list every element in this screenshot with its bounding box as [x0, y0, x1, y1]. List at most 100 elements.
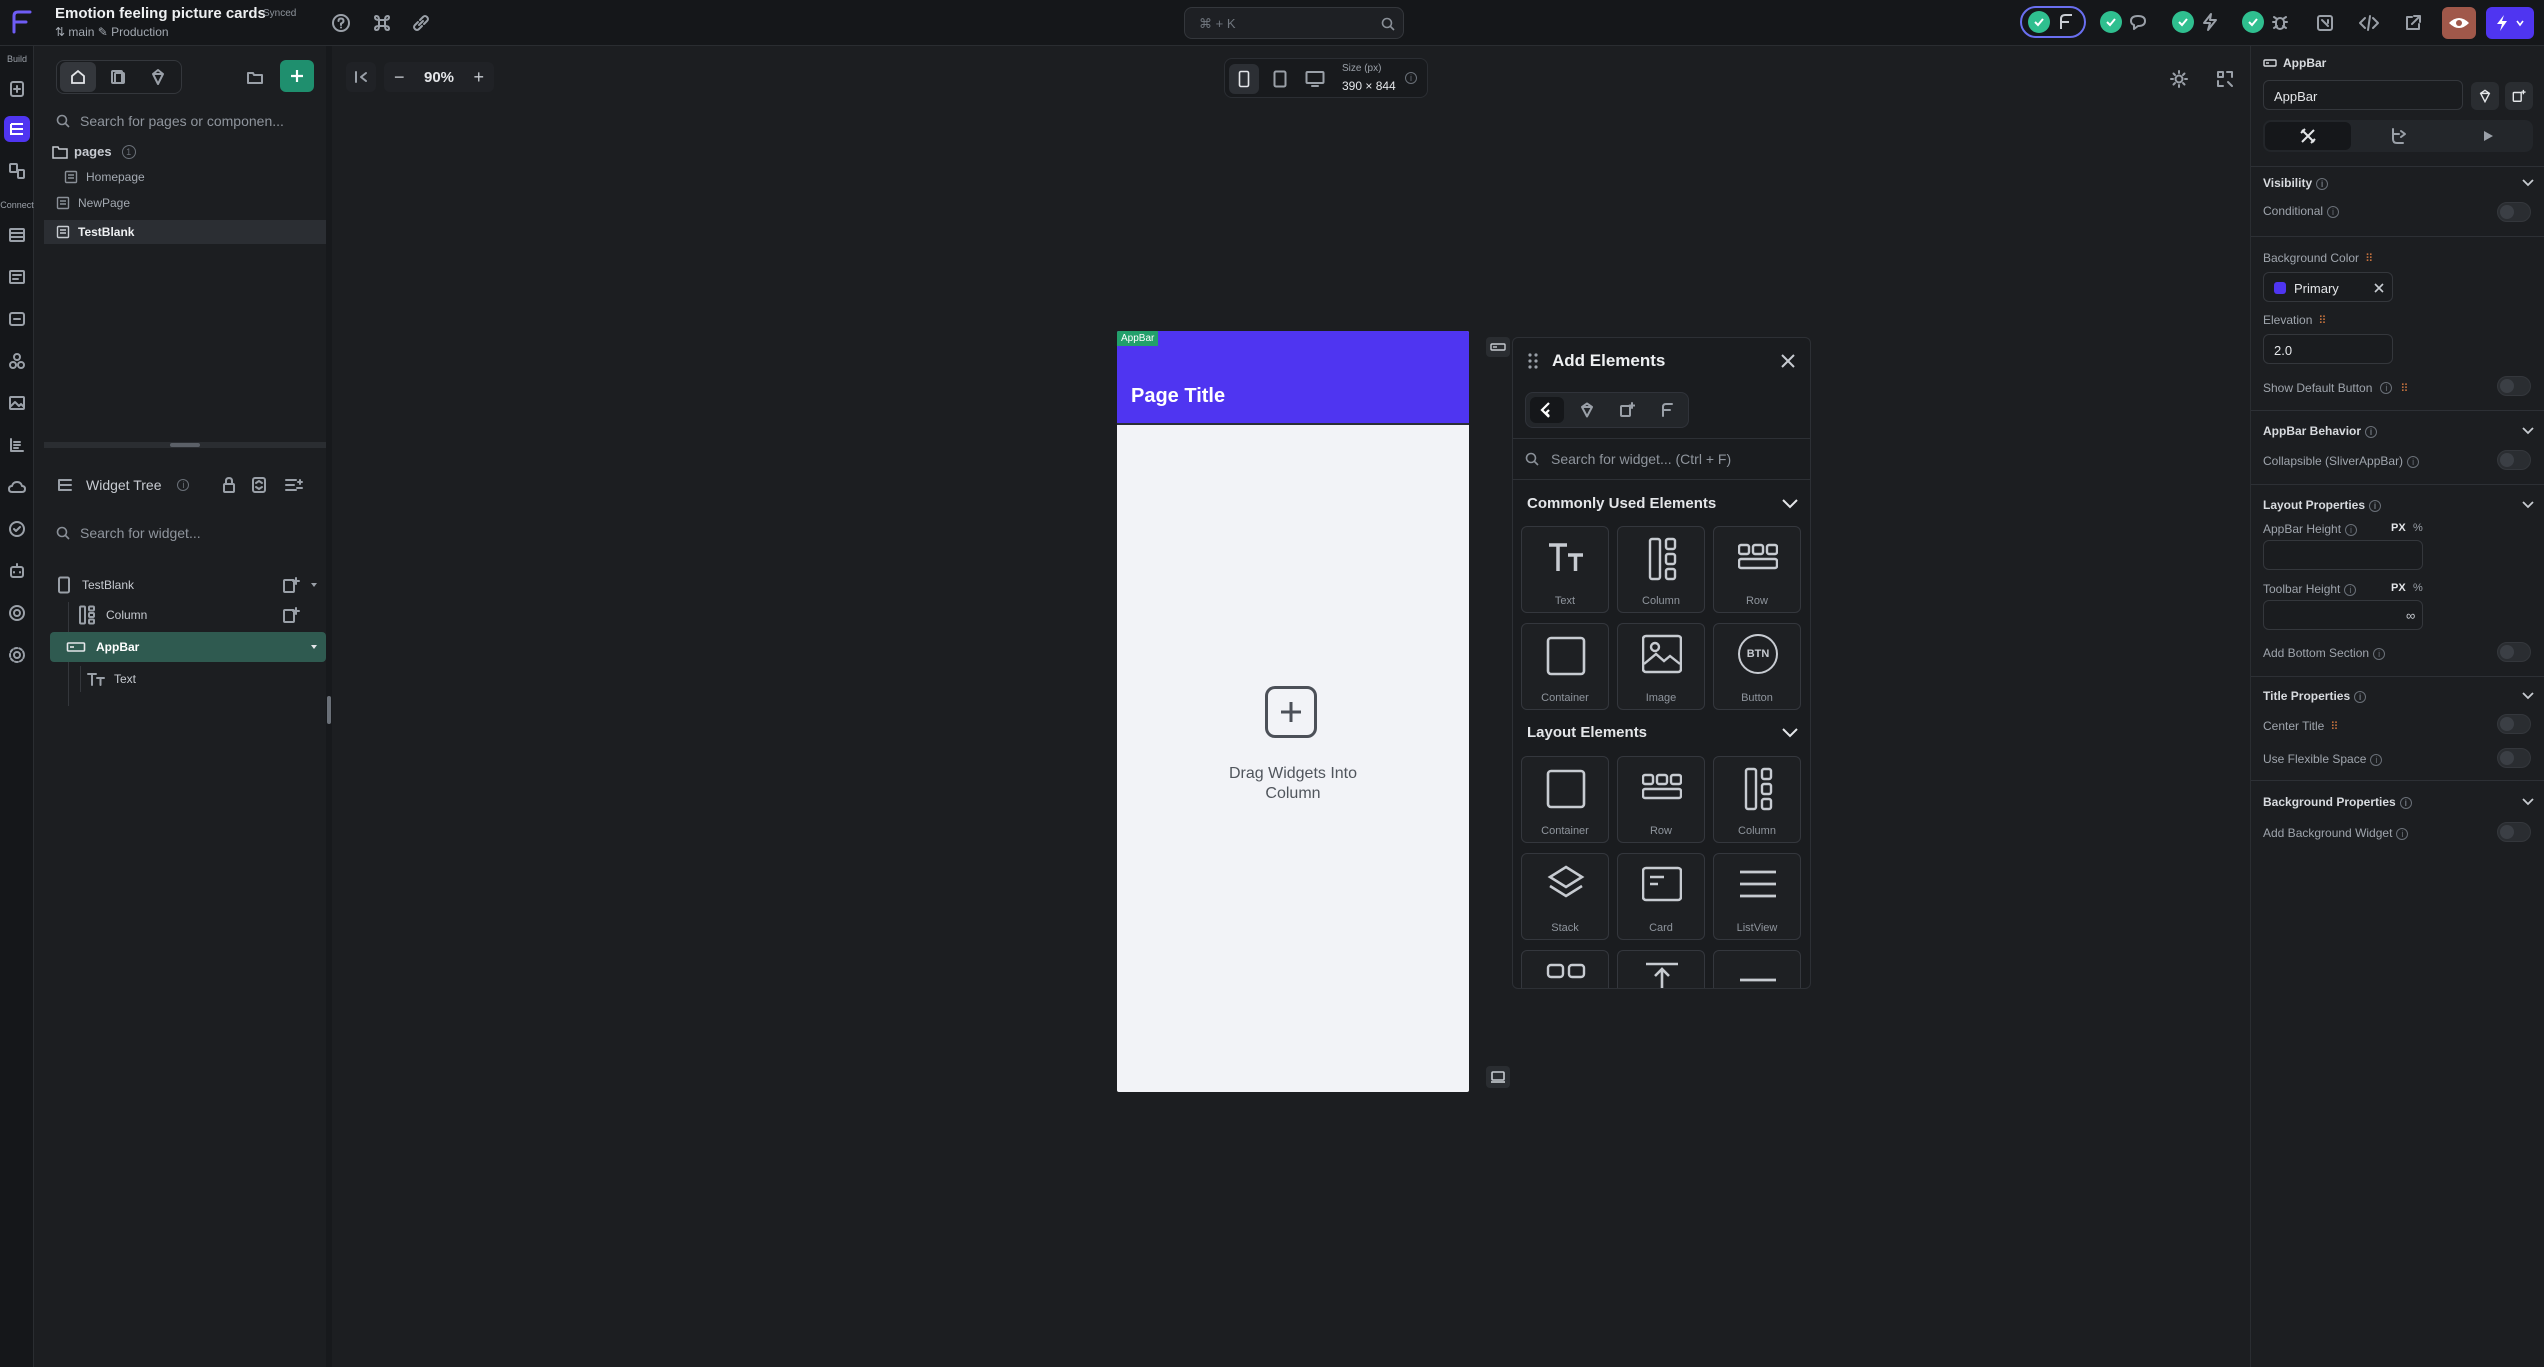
- element-text[interactable]: Text: [1521, 526, 1609, 613]
- toolbar-height-input[interactable]: ∞: [2263, 600, 2423, 630]
- conditional-toggle[interactable]: [2497, 202, 2531, 222]
- add-page-button[interactable]: [280, 60, 314, 92]
- pages-search-input[interactable]: Search for pages or componen...: [44, 106, 326, 136]
- bg-color-picker[interactable]: Primary: [2263, 272, 2393, 302]
- element-image[interactable]: Image: [1617, 623, 1705, 710]
- element-row[interactable]: Row: [1713, 526, 1801, 613]
- tab-library-components[interactable]: [1570, 397, 1604, 423]
- open-external-button[interactable]: [2398, 8, 2428, 38]
- ab-test-button[interactable]: [2310, 8, 2340, 38]
- variable-icon[interactable]: ⠿: [2318, 314, 2326, 327]
- add-child-button[interactable]: [2505, 82, 2533, 110]
- tab-actions[interactable]: [2355, 122, 2441, 150]
- chevron-down-icon[interactable]: [2521, 689, 2535, 703]
- api-calls-icon[interactable]: [4, 306, 30, 332]
- media-assets-icon[interactable]: [4, 390, 30, 416]
- app-state-icon[interactable]: [4, 264, 30, 290]
- tree-filter-icon[interactable]: [284, 476, 304, 494]
- theme-icon[interactable]: [4, 600, 30, 626]
- variable-icon[interactable]: ⠿: [2365, 252, 2373, 265]
- appbar-height-input[interactable]: [2263, 540, 2423, 570]
- zoom-out-button[interactable]: −: [394, 67, 405, 88]
- show-default-button-toggle[interactable]: [2497, 376, 2531, 396]
- device-handle[interactable]: [1486, 1066, 1510, 1088]
- tab-properties[interactable]: [2265, 122, 2351, 150]
- element-container[interactable]: Container: [1521, 623, 1609, 710]
- chevron-down-icon[interactable]: [1781, 497, 1799, 511]
- page-item-homepage[interactable]: Homepage: [64, 170, 145, 184]
- project-title[interactable]: Emotion feeling picture cards: [55, 5, 266, 22]
- canvas-settings-button[interactable]: [2210, 64, 2240, 94]
- mobile-device-button[interactable]: [1229, 64, 1259, 94]
- comments-status-button[interactable]: [2094, 6, 2160, 38]
- close-icon[interactable]: [1779, 352, 1797, 370]
- element-stack[interactable]: Stack: [1521, 853, 1609, 940]
- center-title-toggle[interactable]: [2497, 714, 2531, 734]
- chevron-down-icon[interactable]: [2521, 424, 2535, 438]
- tree-node-appbar[interactable]: AppBar: [50, 632, 326, 662]
- convert-to-component-button[interactable]: [2471, 82, 2499, 110]
- tab-custom-widgets[interactable]: [1610, 397, 1644, 423]
- unit-px-toggle[interactable]: PX: [2391, 522, 2406, 534]
- variable-icon[interactable]: ⠿: [2400, 382, 2408, 395]
- theme-toggle-button[interactable]: [2164, 64, 2194, 94]
- debug-status-button[interactable]: [2236, 6, 2302, 38]
- desktop-device-button[interactable]: [1299, 64, 1331, 94]
- add-widget-icon[interactable]: [1265, 686, 1317, 738]
- add-folder-button[interactable]: [238, 62, 272, 92]
- chevron-down-icon[interactable]: [1781, 726, 1799, 740]
- help-button[interactable]: [326, 8, 356, 38]
- page-selector-icon[interactable]: [4, 76, 30, 102]
- tab-library[interactable]: [140, 62, 176, 92]
- chevron-down-icon[interactable]: [2521, 176, 2535, 190]
- validation-status-button[interactable]: [2020, 6, 2086, 38]
- add-bg-widget-toggle[interactable]: [2497, 822, 2531, 842]
- lock-icon[interactable]: [220, 476, 238, 494]
- view-code-button[interactable]: [2354, 8, 2384, 38]
- flexible-space-toggle[interactable]: [2497, 748, 2531, 768]
- widget-name-input[interactable]: AppBar: [2263, 80, 2463, 110]
- cloud-functions-icon[interactable]: [4, 474, 30, 500]
- unit-px-toggle[interactable]: PX: [2391, 582, 2406, 594]
- layout-properties-section[interactable]: Layout Properties i: [2263, 498, 2382, 512]
- collapsible-toggle[interactable]: [2497, 450, 2531, 470]
- element-divider[interactable]: [1713, 950, 1801, 988]
- tab-templates[interactable]: [1650, 397, 1684, 423]
- integrations-icon[interactable]: [4, 348, 30, 374]
- chevron-down-icon[interactable]: [2521, 795, 2535, 809]
- pages-folder[interactable]: pages 1: [52, 144, 136, 159]
- clear-icon[interactable]: [2374, 283, 2384, 293]
- device-preview[interactable]: AppBar Page Title Drag Widgets Into Colu…: [1117, 331, 1469, 1092]
- run-test-mode-button[interactable]: [2486, 7, 2534, 39]
- tree-node-testblank[interactable]: TestBlank: [56, 572, 326, 598]
- element-grid[interactable]: [1521, 950, 1609, 988]
- tablet-device-button[interactable]: [1265, 64, 1295, 94]
- variable-icon[interactable]: ⠿: [2330, 720, 2338, 733]
- chevron-down-icon[interactable]: [2521, 498, 2535, 512]
- share-link-button[interactable]: [406, 8, 436, 38]
- global-search-input[interactable]: ⌘ + K: [1184, 7, 1404, 39]
- tree-node-column[interactable]: Column: [56, 602, 326, 706]
- tests-icon[interactable]: [4, 516, 30, 542]
- tab-animations[interactable]: [2445, 122, 2531, 150]
- actions-status-button[interactable]: [2166, 6, 2232, 38]
- tree-node-text[interactable]: Text: [56, 666, 326, 692]
- element-column[interactable]: Column: [1617, 526, 1705, 613]
- element-row[interactable]: Row: [1617, 756, 1705, 843]
- agents-icon[interactable]: [4, 558, 30, 584]
- widget-tree-icon[interactable]: [4, 116, 30, 142]
- add-bottom-section-toggle[interactable]: [2497, 642, 2531, 662]
- appbar-handle[interactable]: [1486, 337, 1510, 357]
- unit-percent-toggle[interactable]: %: [2413, 582, 2423, 594]
- page-item-testblank[interactable]: TestBlank: [44, 220, 326, 244]
- storyboard-icon[interactable]: [4, 158, 30, 184]
- element-listview[interactable]: ListView: [1713, 853, 1801, 940]
- custom-code-icon[interactable]: [4, 432, 30, 458]
- elevation-input[interactable]: 2.0: [2263, 334, 2393, 364]
- zoom-in-button[interactable]: +: [473, 67, 484, 88]
- unit-percent-toggle[interactable]: %: [2413, 522, 2423, 534]
- element-button[interactable]: BTN Button: [1713, 623, 1801, 710]
- background-properties-section[interactable]: Background Properties i: [2263, 795, 2412, 809]
- tab-flutter-widgets[interactable]: [1530, 397, 1564, 423]
- panel-resize-handle[interactable]: [44, 442, 326, 448]
